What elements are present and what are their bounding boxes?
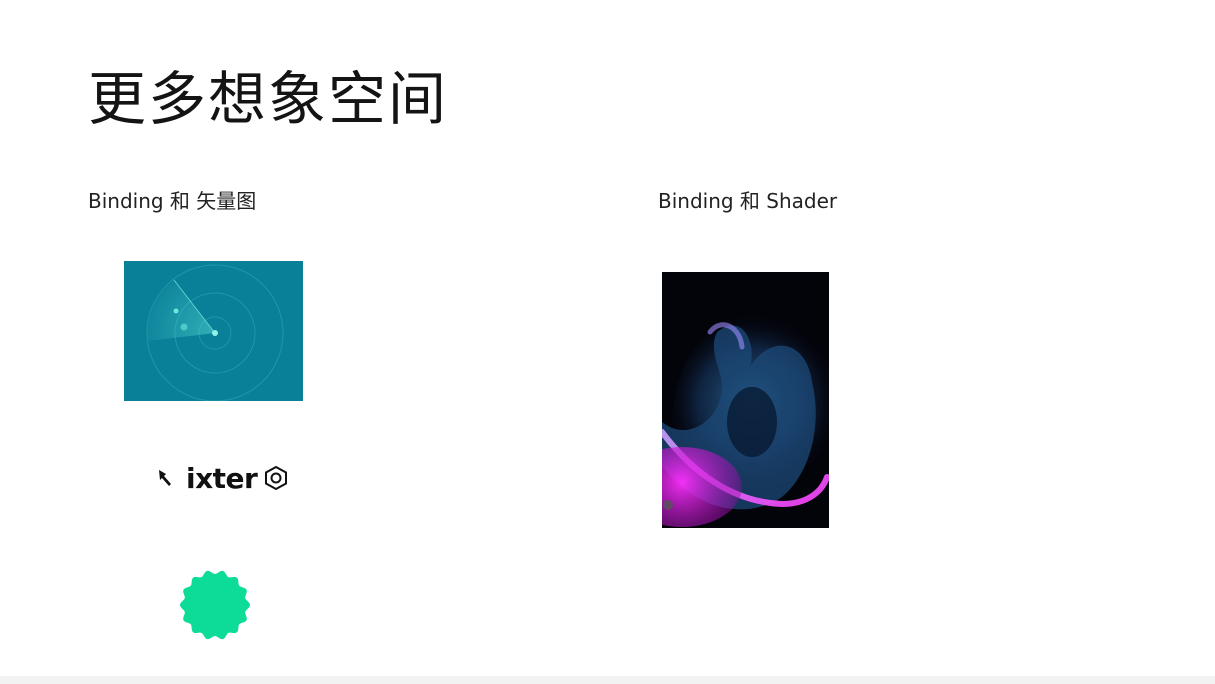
slide: 更多想象空间 Binding 和 矢量图 Binding 和 Shader ix…	[0, 0, 1215, 684]
shader-section-heading: Binding 和 Shader	[658, 189, 838, 213]
radar-graphic	[124, 261, 303, 401]
wavy-blob-shape	[180, 570, 250, 640]
pointer-icon	[159, 470, 171, 486]
hexagon-icon	[265, 465, 288, 491]
footer-strip	[0, 676, 1215, 684]
vector-section-heading: Binding 和 矢量图	[88, 189, 257, 213]
slide-title: 更多想象空间	[88, 65, 449, 133]
logo-text: ixter	[186, 461, 258, 495]
shader-flame-graphic	[662, 272, 829, 528]
ixter-logo: ixter	[156, 458, 289, 498]
